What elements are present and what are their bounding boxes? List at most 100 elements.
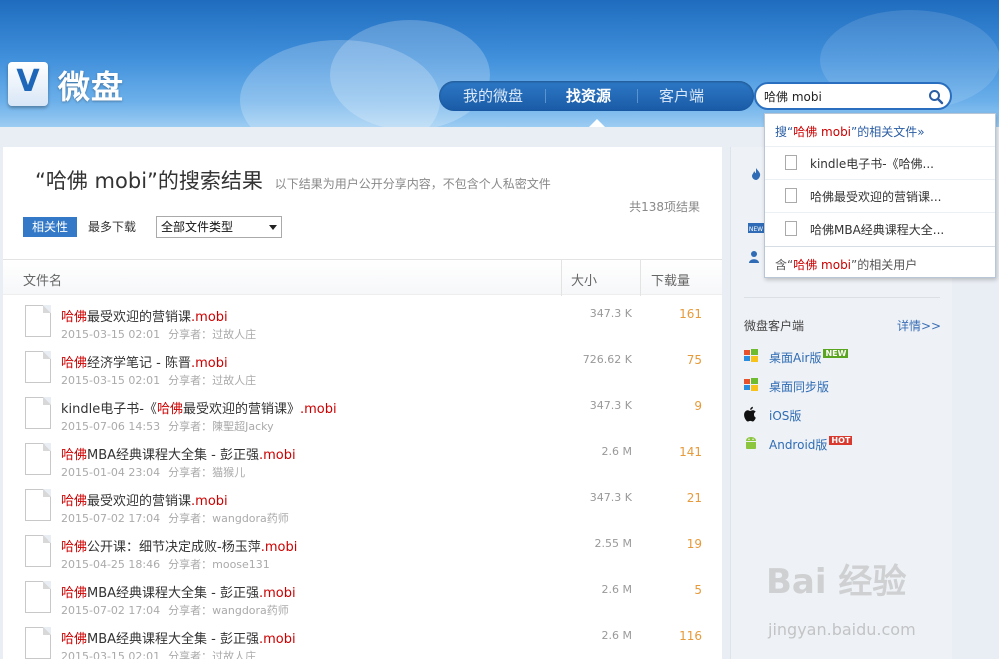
file-name-link[interactable]: 哈佛MBA经典课程大全集 - 彭正强.mobi [61, 444, 296, 463]
file-name-link[interactable]: 哈佛最受欢迎的营销课.mobi [61, 306, 228, 325]
hot-badge: HOT [829, 436, 853, 445]
column-divider [640, 260, 641, 296]
file-name-part: .mobi [191, 310, 228, 325]
file-name-part: 最受欢迎的营销课 [87, 310, 192, 325]
file-icon [25, 627, 51, 659]
file-name-link[interactable]: 哈佛MBA经典课程大全集 - 彭正强.mobi [61, 628, 296, 647]
column-header-size: 大小 [571, 274, 598, 289]
file-name-part: 哈佛 [61, 356, 88, 371]
file-icon [25, 535, 51, 567]
file-date: 2015-01-04 23:04 [61, 466, 161, 479]
client-desktop-air[interactable]: 桌面Air版 NEW [769, 349, 849, 366]
table-header: 文件名 大小 下载量 [3, 259, 722, 296]
column-header-name: 文件名 [23, 274, 63, 289]
file-name-part: 哈佛 [61, 494, 88, 509]
sharer-label: 分享者： [168, 420, 213, 433]
table-row[interactable]: 哈佛公开课：细节决定成败-杨玉萍.mobi 2015-04-25 18:46 分享者… [3, 527, 722, 573]
file-size: 347.3 K [589, 399, 632, 412]
table-row[interactable]: kindle电子书-《哈佛最受欢迎的营销课》.mobi 2015-07-06 14… [3, 389, 722, 435]
download-count: 5 [694, 583, 702, 597]
file-name-link[interactable]: 哈佛公开课：细节决定成败-杨玉萍.mobi [61, 536, 297, 555]
sharer-label: 分享者： [168, 512, 213, 525]
file-date: 2015-03-15 02:01 [61, 650, 161, 659]
file-size: 726.62 K [582, 353, 632, 366]
svg-text:NEW: NEW [749, 226, 763, 233]
client-desktop-sync[interactable]: 桌面同步版 [769, 378, 829, 395]
column-divider [561, 260, 562, 296]
file-icon [25, 443, 51, 475]
table-row[interactable]: 哈佛最受欢迎的营销课.mobi 2015-07-02 17:04 分享者：wangd… [3, 481, 722, 527]
document-icon [785, 188, 797, 203]
nav-divider [545, 89, 546, 103]
table-row[interactable]: 哈佛MBA经典课程大全集 - 彭正强.mobi 2015-01-04 23:04 分… [3, 435, 722, 481]
nav-my-weipan[interactable]: 我的微盘 [463, 81, 523, 111]
download-count: 75 [686, 353, 702, 367]
table-row[interactable]: 哈佛MBA经典课程大全集 - 彭正强.mobi 2015-07-02 17:04 分… [3, 573, 722, 619]
file-size: 2.55 M [594, 537, 632, 550]
search-icon[interactable] [928, 89, 944, 105]
client-details-link[interactable]: 详情>> [897, 317, 941, 334]
file-name-part: 哈佛 [61, 310, 88, 325]
file-meta: 2015-07-02 17:04 分享者：wangdora药师 [61, 602, 289, 618]
suggest-head-prefix: 搜“ [775, 125, 794, 139]
file-name-link[interactable]: 哈佛经济学笔记 - 陈晋.mobi [61, 352, 228, 371]
file-meta: 2015-01-04 23:04 分享者：猫猴儿 [61, 464, 245, 480]
table-row[interactable]: 哈佛MBA经典课程大全集 - 彭正强.mobi 2015-03-15 02:01 分… [3, 619, 722, 659]
suggest-item[interactable]: 哈佛MBA经典课程大全... [765, 212, 995, 244]
sharer-link[interactable]: 陳聖超Jacky [212, 420, 274, 433]
suggest-item[interactable]: 哈佛最受欢迎的营销课... [765, 179, 995, 211]
file-name-link[interactable]: 哈佛最受欢迎的营销课.mobi [61, 490, 228, 509]
sharer-link[interactable]: 过故人庄 [212, 328, 256, 341]
sharer-label: 分享者： [168, 604, 213, 617]
file-date: 2015-03-15 02:01 [61, 328, 161, 341]
file-date: 2015-03-15 02:01 [61, 374, 161, 387]
nav-client[interactable]: 客户端 [659, 81, 704, 111]
sharer-link[interactable]: 猫猴儿 [212, 466, 245, 479]
file-name-part: 公开课：细节决定成败-杨玉萍 [87, 540, 261, 555]
sharer-link[interactable]: wangdora药师 [212, 604, 289, 617]
logo-text[interactable]: 微盘 [58, 62, 124, 108]
download-count: 21 [686, 491, 702, 505]
chevron-down-icon [269, 225, 277, 230]
search-input[interactable] [764, 87, 924, 105]
flame-icon [752, 168, 761, 180]
sort-most-downloaded-tab[interactable]: 最多下载 [88, 217, 136, 237]
suggest-item-label: 哈佛MBA经典课程大全... [810, 223, 945, 237]
client-ios[interactable]: iOS版 [769, 407, 801, 424]
search-suggest-dropdown: 搜“哈佛 mobi”的相关文件» kindle电子书-《哈佛... 哈佛最受欢迎… [764, 113, 996, 278]
search-results-panel: “哈佛 mobi”的搜索结果 以下结果为用户公开分享内容，不包含个人私密文件 共… [3, 147, 722, 659]
table-row[interactable]: 哈佛最受欢迎的营销课.mobi 2015-03-15 02:01 分享者：过故人庄 3… [3, 297, 722, 343]
file-name-part: 哈佛 [61, 448, 88, 463]
file-meta: 2015-04-25 18:46 分享者：moose131 [61, 556, 270, 572]
file-date: 2015-07-06 14:53 [61, 420, 161, 433]
sharer-link[interactable]: 过故人庄 [212, 374, 256, 387]
table-row[interactable]: 哈佛经济学笔记 - 陈晋.mobi 2015-03-15 02:01 分享者：过故人… [3, 343, 722, 389]
file-type-select-value: 全部文件类型 [161, 220, 234, 234]
sharer-link[interactable]: 过故人庄 [212, 650, 256, 659]
client-android[interactable]: Android版 HOT [769, 436, 853, 453]
file-name-part: .mobi [259, 448, 296, 463]
file-name-part: 哈佛 [61, 586, 88, 601]
file-name-part: .mobi [191, 494, 228, 509]
sharer-link[interactable]: wangdora药师 [212, 512, 289, 525]
download-count: 9 [694, 399, 702, 413]
sharer-label: 分享者： [168, 374, 213, 387]
file-name-part: MBA经典课程大全集 - 彭正强 [87, 448, 259, 463]
baidu-watermark: Bai 经验 [766, 562, 907, 602]
android-icon [746, 437, 756, 449]
file-name-part: 最受欢迎的营销课 [87, 494, 192, 509]
sharer-link[interactable]: moose131 [212, 558, 270, 571]
sort-relevance-tab[interactable]: 相关性 [23, 217, 77, 237]
suggest-item[interactable]: kindle电子书-《哈佛... [765, 146, 995, 178]
suggest-head-suffix: ”的相关文件» [851, 125, 925, 139]
file-meta: 2015-03-15 02:01 分享者：过故人庄 [61, 326, 256, 342]
file-name-link[interactable]: kindle电子书-《哈佛最受欢迎的营销课》.mobi [61, 398, 337, 417]
file-name-link[interactable]: 哈佛MBA经典课程大全集 - 彭正强.mobi [61, 582, 296, 601]
file-size: 347.3 K [589, 491, 632, 504]
user-icon [749, 251, 759, 263]
file-type-select[interactable]: 全部文件类型 [156, 216, 282, 238]
logo-icon[interactable]: V [8, 62, 48, 106]
suggest-related-files-link[interactable]: 搜“哈佛 mobi”的相关文件» [775, 123, 925, 140]
nav-find-resources[interactable]: 找资源 [566, 81, 611, 111]
suggest-related-users-link[interactable]: 含“哈佛 mobi”的相关用户 [765, 246, 995, 278]
